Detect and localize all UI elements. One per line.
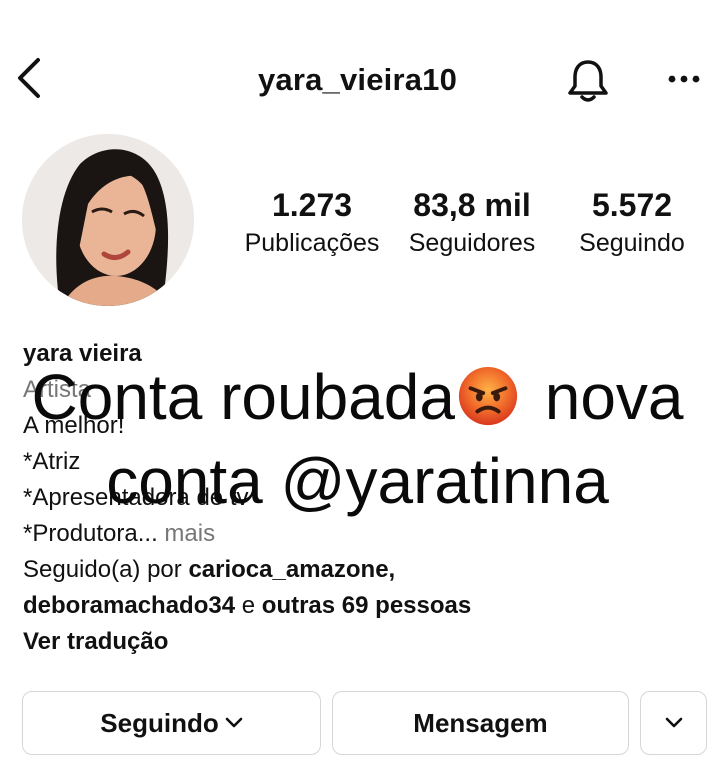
followed-by-user[interactable]: deboramachado34 — [23, 592, 235, 619]
stat-following[interactable]: 5.572 Seguindo — [566, 186, 698, 259]
following-button-label: Seguindo — [100, 707, 219, 738]
followed-by-line[interactable]: Seguido(a) por carioca_amazone, — [23, 552, 703, 588]
more-options-button[interactable] — [664, 66, 704, 92]
translate-link[interactable]: Ver tradução — [23, 624, 703, 660]
following-button[interactable]: Seguindo — [22, 691, 321, 755]
following-count: 5.572 — [591, 187, 673, 223]
profile-display-name: yara vieira — [23, 340, 142, 367]
bell-icon — [568, 60, 608, 102]
chevron-down-icon — [225, 717, 243, 728]
stat-posts[interactable]: 1.273 Publicações — [240, 186, 384, 259]
message-button[interactable]: Mensagem — [332, 691, 629, 755]
followed-by-prefix: Seguido(a) por — [23, 556, 182, 583]
followed-by-user[interactable]: carioca_amazone, — [188, 556, 395, 583]
followers-label: Seguidores — [408, 229, 536, 257]
bio-line: *Apresentadora de tv — [23, 484, 249, 511]
profile-category: Artista — [23, 376, 92, 403]
bio-line: A melhor! — [23, 412, 125, 439]
followers-count: 83,8 mil — [413, 187, 531, 223]
bio-line: *Atriz — [23, 448, 81, 475]
following-label: Seguindo — [579, 229, 685, 257]
followed-by-and: e — [241, 592, 256, 619]
chevron-down-icon — [665, 717, 682, 728]
message-button-label: Mensagem — [413, 707, 548, 738]
followed-by-others[interactable]: outras 69 pessoas — [262, 592, 471, 619]
bio-line: *Produtora... — [23, 520, 158, 547]
notifications-button[interactable] — [565, 56, 611, 104]
profile-avatar[interactable] — [22, 134, 194, 306]
stat-followers[interactable]: 83,8 mil Seguidores — [399, 186, 545, 259]
bio-more-link[interactable]: mais — [164, 520, 215, 547]
posts-count: 1.273 — [271, 187, 353, 223]
profile-bio: yara vieira Artista A melhor! *Atriz *Ap… — [23, 336, 703, 660]
more-icon — [668, 75, 700, 83]
posts-label: Publicações — [244, 229, 380, 257]
suggestions-dropdown-button[interactable] — [640, 691, 707, 755]
avatar-image — [22, 134, 194, 306]
